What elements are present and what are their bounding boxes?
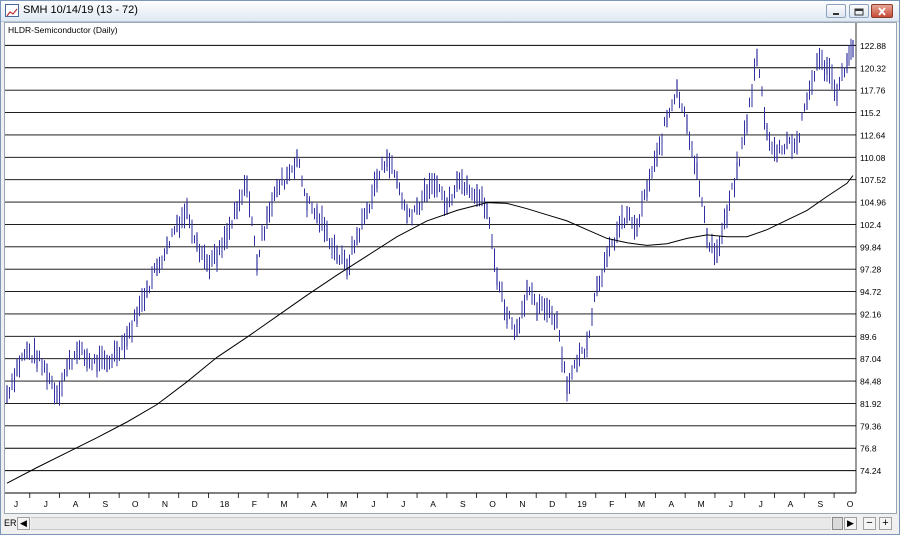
x-tick-label: M xyxy=(281,499,288,509)
x-tick-label: S xyxy=(103,499,109,509)
scroll-right-button[interactable]: ▶ xyxy=(844,517,857,530)
y-tick-label: 89.6 xyxy=(860,332,877,342)
x-tick-label: A xyxy=(669,499,675,509)
scroll-left-button[interactable]: ◀ xyxy=(17,517,30,530)
close-icon xyxy=(878,7,886,16)
x-tick-label: N xyxy=(162,499,168,509)
x-tick-label: A xyxy=(788,499,794,509)
y-tick-label: 74.24 xyxy=(860,466,882,476)
y-tick-label: 104.96 xyxy=(860,198,886,208)
y-tick-label: 117.76 xyxy=(860,86,886,96)
x-tick-label: 19 xyxy=(577,499,587,509)
x-tick-label: M xyxy=(698,499,705,509)
x-tick-label: J xyxy=(729,499,733,509)
y-tick-label: 110.08 xyxy=(860,153,886,163)
x-tick-label: M xyxy=(638,499,645,509)
x-tick-label: F xyxy=(252,499,257,509)
x-tick-label: A xyxy=(430,499,436,509)
y-tick-label: 79.36 xyxy=(860,421,882,431)
maximize-button[interactable] xyxy=(849,4,869,18)
x-tick-label: J xyxy=(14,499,18,509)
chart-title: HLDR-Semiconductor (Daily) xyxy=(8,25,118,35)
y-tick-label: 87.04 xyxy=(860,354,882,364)
y-tick-label: 120.32 xyxy=(860,63,886,73)
y-tick-label: 76.8 xyxy=(860,444,877,454)
y-tick-label: 112.64 xyxy=(860,130,886,140)
horizontal-scrollbar-thumb[interactable] xyxy=(832,517,843,530)
x-tick-label: S xyxy=(817,499,823,509)
x-tick-label: O xyxy=(489,499,496,509)
y-tick-label: 107.52 xyxy=(860,175,886,185)
x-tick-label: O xyxy=(847,499,854,509)
x-tick-label: N xyxy=(519,499,525,509)
chart-window: SMH 10/14/19 (13 - 72) HLDR-Semiconducto… xyxy=(0,0,900,535)
minimize-button[interactable] xyxy=(826,4,846,18)
x-tick-label: J xyxy=(371,499,375,509)
minimize-icon xyxy=(833,13,839,15)
close-button[interactable] xyxy=(871,4,893,18)
chart-app-icon[interactable] xyxy=(5,4,19,17)
bottom-bar: ER ◀ ▶ − + xyxy=(1,514,899,534)
y-tick-label: 99.84 xyxy=(860,242,882,252)
y-tick-label: 92.16 xyxy=(860,309,882,319)
moving-average-line xyxy=(6,175,854,484)
y-tick-label: 84.48 xyxy=(860,377,882,387)
y-tick-label: 94.72 xyxy=(860,287,882,297)
title-bar[interactable]: SMH 10/14/19 (13 - 72) xyxy=(1,1,899,22)
maximize-icon xyxy=(854,8,864,16)
y-tick-label: 97.28 xyxy=(860,265,882,275)
x-tick-label: J xyxy=(759,499,763,509)
x-tick-label: A xyxy=(311,499,317,509)
x-tick-label: A xyxy=(73,499,79,509)
x-tick-label: F xyxy=(609,499,614,509)
x-tick-label: J xyxy=(401,499,405,509)
y-tick-label: 115.2 xyxy=(860,108,881,118)
x-tick-label: O xyxy=(132,499,139,509)
horizontal-scrollbar-track[interactable] xyxy=(31,517,831,530)
x-tick-label: D xyxy=(549,499,555,509)
x-tick-label: 18 xyxy=(220,499,230,509)
y-tick-label: 81.92 xyxy=(860,399,882,409)
zoom-out-button[interactable]: − xyxy=(863,517,876,530)
x-tick-label: M xyxy=(340,499,347,509)
chart-mode-label[interactable]: ER xyxy=(4,517,17,529)
chart-area[interactable]: HLDR-Semiconductor (Daily) 122.88 120.32 11… xyxy=(4,22,897,514)
x-tick-label: S xyxy=(460,499,466,509)
x-tick-label: D xyxy=(192,499,198,509)
y-tick-label: 122.88 xyxy=(860,41,886,51)
chart-app-icon-glyph xyxy=(6,8,18,17)
y-tick-label: 102.4 xyxy=(860,220,882,230)
x-tick-label: J xyxy=(44,499,48,509)
window-title: SMH 10/14/19 (13 - 72) xyxy=(23,4,138,16)
zoom-in-button[interactable]: + xyxy=(879,517,892,530)
price-chart[interactable]: HLDR-Semiconductor (Daily) 122.88 120.32 11… xyxy=(5,23,896,513)
